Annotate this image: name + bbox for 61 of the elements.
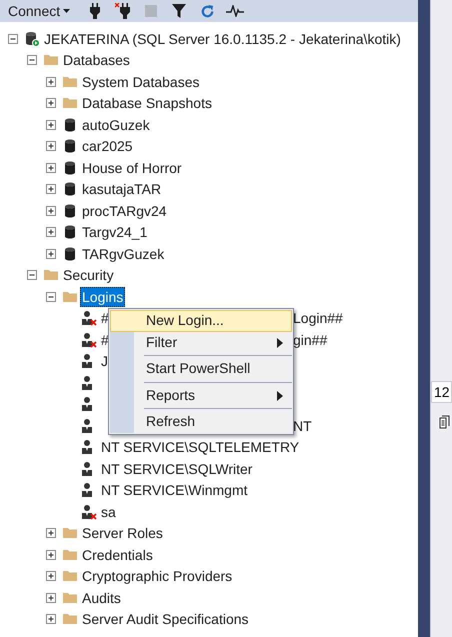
expander-icon[interactable] — [46, 614, 56, 624]
server-icon — [24, 30, 40, 47]
expander-icon[interactable] — [46, 206, 56, 216]
database-icon — [62, 138, 78, 154]
expander-icon[interactable] — [46, 292, 56, 302]
input-field[interactable]: 12 — [431, 381, 452, 403]
expander-icon[interactable] — [46, 571, 56, 582]
tree-item[interactable]: car2025 — [80, 136, 135, 156]
tree-item[interactable]: NT SERVICE\SQLTELEMETRY — [99, 437, 302, 458]
tree-item[interactable]: Credentials — [80, 544, 155, 565]
tree-item[interactable]: Database Snapshots — [80, 93, 214, 114]
tree-item[interactable]: Security — [61, 265, 116, 286]
connect-button[interactable]: Connect — [6, 4, 72, 18]
tree-item[interactable]: autoGuzek — [80, 114, 152, 135]
menu-item[interactable]: Filter — [110, 332, 292, 353]
database-icon — [62, 116, 78, 133]
caret-icon — [63, 9, 70, 13]
tree-item[interactable]: JEKATERINA (SQL Server 16.0.1135.2 - Jekaterina\kotik) — [42, 28, 403, 49]
expander-icon[interactable] — [46, 227, 56, 238]
expander-icon[interactable] — [46, 248, 56, 259]
tree-item[interactable]: System Databases — [80, 72, 202, 92]
expander-icon[interactable] — [46, 76, 56, 87]
tree-item[interactable]: kasutajaTAR — [80, 179, 164, 200]
tree-item[interactable]: House of Horror — [80, 158, 184, 178]
menu-item[interactable]: Reports — [110, 384, 292, 406]
tree-item[interactable]: TARgvGuzek — [80, 244, 166, 264]
tree-item[interactable]: NT SERVICE\SQLWriter — [99, 458, 254, 479]
expander-icon[interactable] — [46, 184, 56, 194]
tree-item[interactable]: Server Audit Specifications — [80, 609, 251, 630]
expander-icon[interactable] — [8, 34, 18, 44]
database-icon — [62, 160, 78, 176]
expander-icon[interactable] — [46, 162, 56, 173]
tree-item[interactable]: Databases — [61, 50, 132, 70]
menu-item[interactable]: New Login... — [110, 310, 292, 332]
tree-item[interactable]: NT — [291, 416, 314, 436]
activity-button[interactable] — [226, 2, 244, 20]
database-icon — [62, 224, 78, 240]
menu-item[interactable]: Refresh — [110, 411, 292, 432]
expander-icon[interactable] — [46, 98, 56, 108]
expander-icon[interactable] — [46, 550, 56, 560]
expander-icon[interactable] — [46, 141, 56, 152]
tree-item[interactable]: procTARgv24 — [80, 200, 169, 221]
database-icon — [62, 246, 78, 262]
tree-item[interactable]: J — [99, 351, 110, 372]
expander-icon[interactable] — [27, 270, 37, 280]
menu-item[interactable]: Start PowerShell — [110, 358, 292, 380]
expander-icon[interactable] — [46, 592, 56, 603]
tree-item[interactable]: Cryptographic Providers — [80, 566, 234, 586]
plug-button[interactable] — [114, 2, 132, 20]
expander-icon[interactable] — [46, 528, 56, 538]
tree-item[interactable]: Server Roles — [80, 523, 165, 544]
tree-item[interactable]: NT SERVICE\Winmgmt — [99, 480, 250, 500]
tree-item[interactable]: Audits — [80, 588, 123, 608]
document-icon — [437, 415, 451, 429]
expander-icon[interactable] — [46, 120, 56, 130]
filter-button[interactable] — [170, 2, 188, 20]
database-icon — [62, 181, 78, 198]
tree-item[interactable]: Logins — [80, 286, 126, 307]
database-icon — [62, 202, 78, 219]
expander-icon[interactable] — [27, 55, 37, 66]
tree-item[interactable]: Targv24_1 — [80, 222, 150, 242]
